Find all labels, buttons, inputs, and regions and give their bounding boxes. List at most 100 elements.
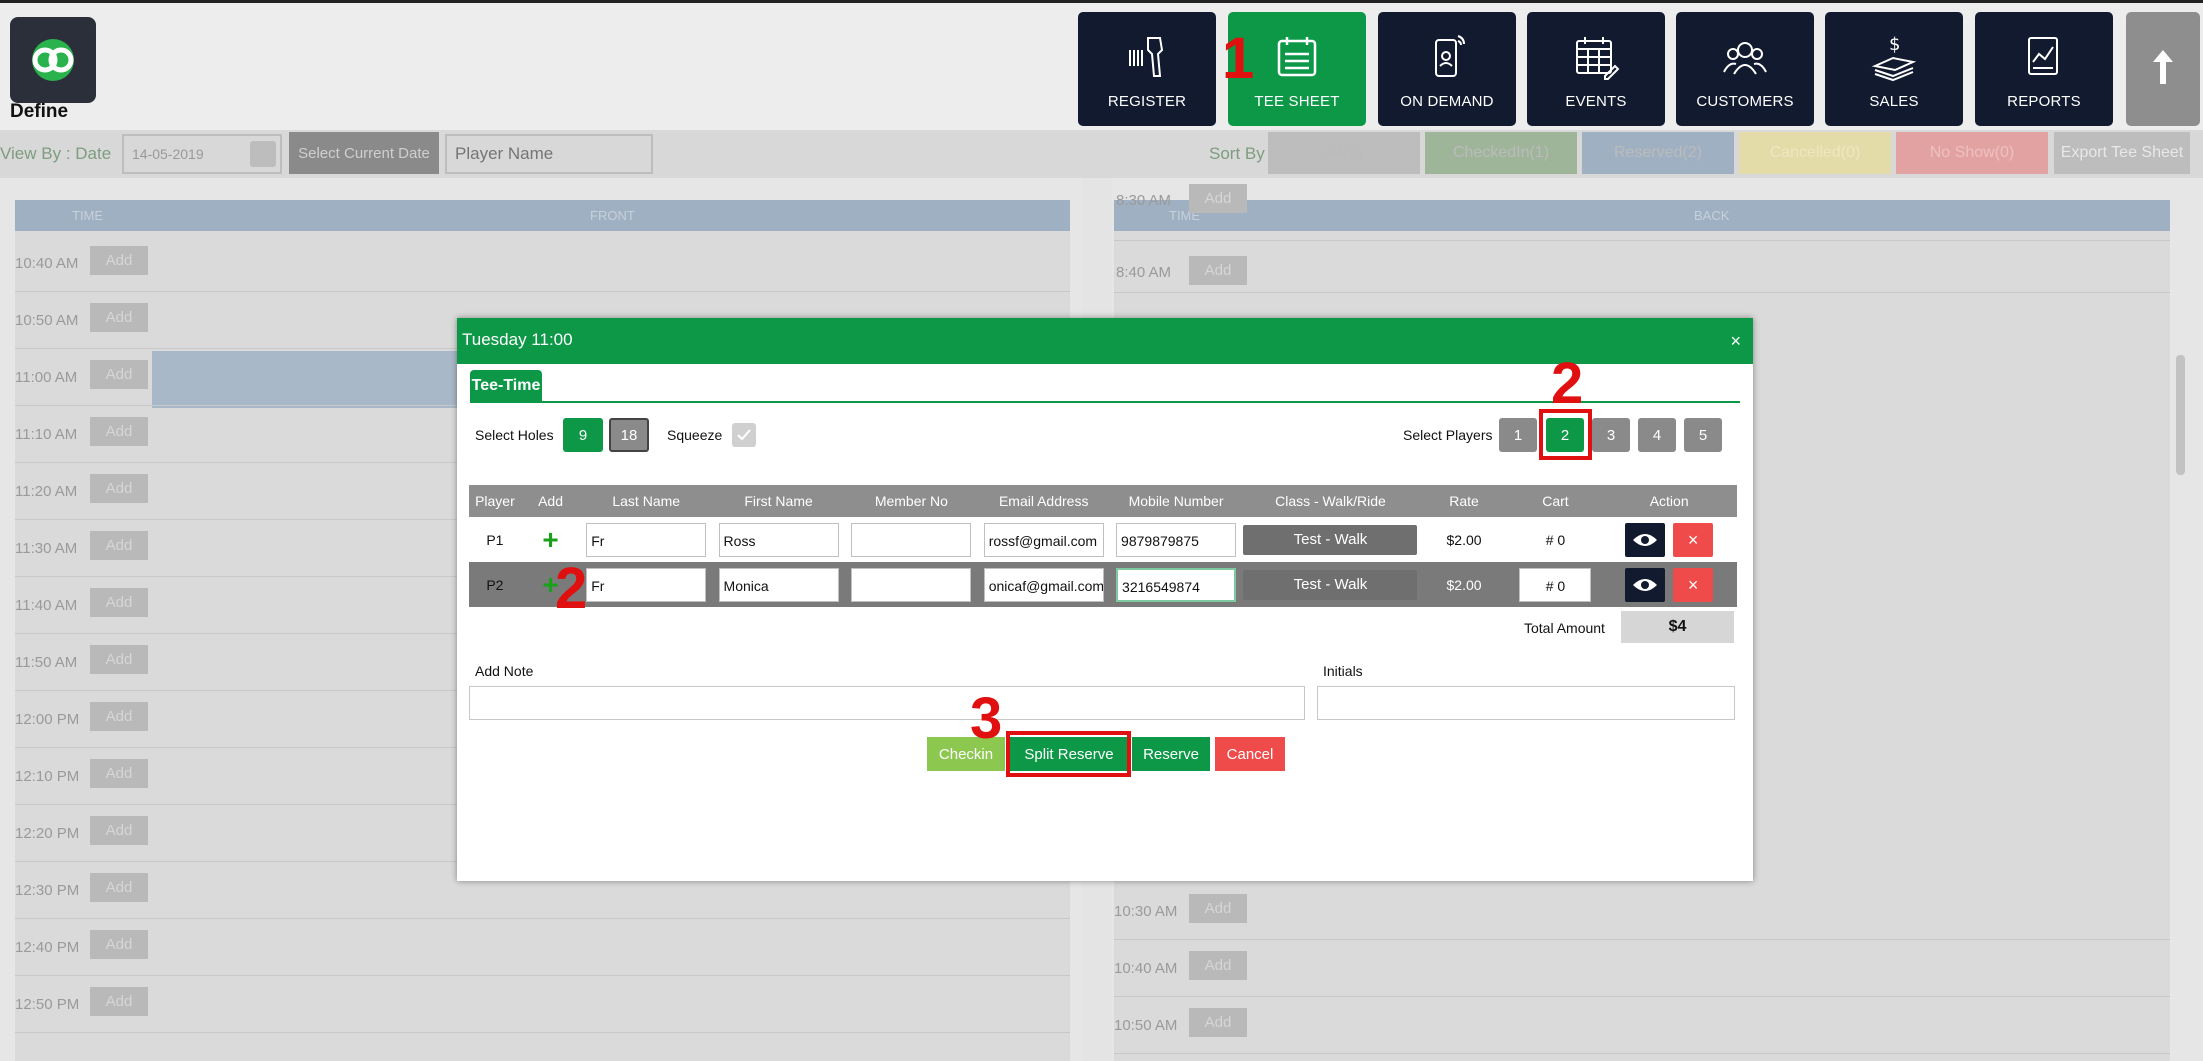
col-rate: Rate xyxy=(1418,485,1510,517)
close-icon[interactable]: × xyxy=(1730,331,1741,352)
view-eye-icon[interactable] xyxy=(1625,567,1666,602)
select-current-date-button[interactable]: Select Current Date xyxy=(289,132,439,174)
players-3-button[interactable]: 3 xyxy=(1592,418,1630,452)
slot-time: 11:50 AM xyxy=(15,654,78,671)
col-first-name: First Name xyxy=(712,485,845,517)
nav-register-button[interactable]: REGISTER xyxy=(1078,12,1216,126)
tab-tee-time[interactable]: Tee-Time xyxy=(470,370,542,401)
arrow-up-icon xyxy=(2153,50,2173,84)
add-slot-button[interactable]: Add xyxy=(90,816,148,845)
reserve-button[interactable]: Reserve xyxy=(1132,737,1210,771)
squeeze-checkbox[interactable] xyxy=(732,423,756,447)
users-icon xyxy=(1723,42,1767,75)
nav-customers-button[interactable]: CUSTOMERS xyxy=(1676,12,1814,126)
export-tee-sheet-button[interactable]: Export Tee Sheet xyxy=(2054,132,2190,174)
col-add: Add xyxy=(520,485,581,517)
add-slot-button[interactable]: Add xyxy=(1189,1008,1247,1037)
front-slot-row: 12:40 PM Add xyxy=(15,919,1070,976)
date-field[interactable]: 14-05-2019 xyxy=(122,134,282,174)
member-no-input[interactable] xyxy=(851,567,972,602)
step-2-marker-row: 2 xyxy=(555,556,588,621)
back-slot-row: 8:30 AM Add xyxy=(1114,184,2170,241)
filter-all-button[interactable]: All(3) xyxy=(1268,132,1420,174)
remove-x-icon[interactable]: × xyxy=(1673,522,1714,557)
first-name-input[interactable]: Ross xyxy=(718,522,839,557)
add-slot-button[interactable]: Add xyxy=(90,360,148,389)
barcode-scanner-icon xyxy=(1129,37,1164,77)
filter-no-show-button[interactable]: No Show(0) xyxy=(1896,132,2048,174)
mobile-input[interactable]: 9879879875 xyxy=(1116,522,1237,557)
back-slot-row: 8:40 AM Add xyxy=(1114,236,2170,293)
add-slot-button[interactable]: Add xyxy=(90,417,148,446)
last-name-input[interactable]: Fr xyxy=(586,522,707,557)
add-slot-button[interactable]: Add xyxy=(90,474,148,503)
calendar-picker-icon[interactable] xyxy=(250,141,276,167)
add-slot-button[interactable]: Add xyxy=(90,645,148,674)
nav-reports-button[interactable]: REPORTS xyxy=(1975,12,2113,126)
holes-18-button[interactable]: 18 xyxy=(609,418,649,452)
filter-reserved-button[interactable]: Reserved(2) xyxy=(1582,132,1734,174)
select-players-label: Select Players xyxy=(1403,427,1493,443)
holes-9-button[interactable]: 9 xyxy=(563,418,603,452)
add-slot-button[interactable]: Add xyxy=(90,702,148,731)
add-slot-button[interactable]: Add xyxy=(90,987,148,1016)
front-panel-header: TIME FRONT xyxy=(15,200,1070,231)
nav-on-demand-button[interactable]: ON DEMAND xyxy=(1378,12,1516,126)
app-logo[interactable] xyxy=(10,17,96,103)
filter-bar: View By : Date 14-05-2019 Select Current… xyxy=(0,130,2203,178)
front-slot-row: 12:50 PM Add xyxy=(15,976,1070,1033)
first-name-input[interactable]: Monica xyxy=(718,567,839,602)
add-slot-button[interactable]: Add xyxy=(90,531,148,560)
add-slot-button[interactable]: Add xyxy=(90,759,148,788)
filter-cancelled-button[interactable]: Cancelled(0) xyxy=(1739,132,1891,174)
scroll-up-button[interactable] xyxy=(2126,12,2200,126)
add-slot-button[interactable]: Add xyxy=(1189,184,1247,213)
players-5-button[interactable]: 5 xyxy=(1684,418,1722,452)
add-slot-button[interactable]: Add xyxy=(90,873,148,902)
initials-label: Initials xyxy=(1323,663,1363,679)
clipboard-list-icon xyxy=(1277,37,1317,77)
slot-time: 12:50 PM xyxy=(15,996,80,1013)
slot-time: 10:40 AM xyxy=(15,255,79,272)
member-no-input[interactable] xyxy=(851,522,972,557)
players-2-highlight xyxy=(1539,409,1592,460)
remove-x-icon[interactable]: × xyxy=(1673,567,1714,602)
nav-events-button[interactable]: EVENTS xyxy=(1527,12,1665,126)
nav-sales-button[interactable]: $ SALES xyxy=(1825,12,1963,126)
add-slot-button[interactable]: Add xyxy=(90,930,148,959)
class-walk-ride-select[interactable]: Test - Walk xyxy=(1243,569,1418,600)
players-4-button[interactable]: 4 xyxy=(1638,418,1676,452)
player-name-input[interactable] xyxy=(445,134,653,174)
cart-value: # 0 xyxy=(1545,531,1566,548)
add-player-plus-icon[interactable]: + xyxy=(542,524,558,555)
slot-time: 12:00 PM xyxy=(15,711,80,728)
add-slot-button[interactable]: Add xyxy=(90,246,148,275)
col-last-name: Last Name xyxy=(580,485,713,517)
date-value: 14-05-2019 xyxy=(132,146,204,162)
add-slot-button[interactable]: Add xyxy=(1189,951,1247,980)
add-slot-button[interactable]: Add xyxy=(1189,256,1247,285)
filter-checkedin-button[interactable]: CheckedIn(1) xyxy=(1425,132,1577,174)
page-scrollbar[interactable] xyxy=(2176,355,2185,475)
add-slot-button[interactable]: Add xyxy=(1189,894,1247,923)
players-1-button[interactable]: 1 xyxy=(1499,418,1537,452)
view-eye-icon[interactable] xyxy=(1625,522,1666,557)
initials-input[interactable] xyxy=(1317,686,1735,720)
back-slot-row: 10:30 AM Add xyxy=(1114,883,2170,940)
add-note-input[interactable] xyxy=(469,686,1305,720)
col-player: Player xyxy=(469,485,521,517)
slot-time: 10:50 AM xyxy=(1114,1017,1178,1034)
email-input[interactable]: rossf@gmail.com xyxy=(983,522,1104,557)
cart-input[interactable]: # 0 xyxy=(1519,567,1592,602)
last-name-input[interactable]: Fr xyxy=(586,567,707,602)
col-class: Class - Walk/Ride xyxy=(1242,485,1419,517)
col-cart: Cart xyxy=(1509,485,1602,517)
email-input[interactable]: onicaf@gmail.com xyxy=(983,567,1104,602)
mobile-input[interactable]: 3216549874 xyxy=(1116,567,1237,602)
players-table: Player Add Last Name First Name Member N… xyxy=(469,485,1737,607)
add-slot-button[interactable]: Add xyxy=(90,303,148,332)
add-slot-button[interactable]: Add xyxy=(90,588,148,617)
nav-customers-label: CUSTOMERS xyxy=(1696,93,1794,110)
class-walk-ride-select[interactable]: Test - Walk xyxy=(1243,524,1418,555)
cancel-button[interactable]: Cancel xyxy=(1215,737,1285,771)
